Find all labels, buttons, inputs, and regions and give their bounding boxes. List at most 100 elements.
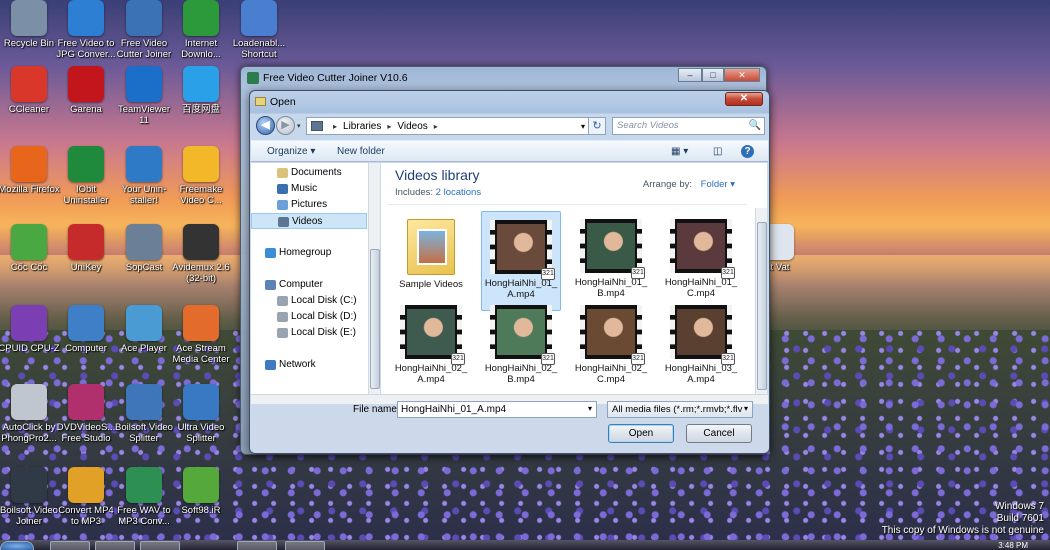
file-list-scrollbar[interactable] [755,208,767,395]
desktop-icon[interactable]: Mozilla Firefox [0,146,60,195]
video-file-item[interactable]: 321 HongHaiNhi_01_B.mp4 [571,211,651,311]
sidebar-item-local-disk-e[interactable]: Local Disk (E:) [251,325,367,341]
new-folder-button[interactable]: New folder [337,146,385,157]
change-view-button[interactable]: ▦ ▾ [671,146,688,157]
search-input[interactable]: Search Videos 🔍 [612,117,765,135]
refresh-button[interactable]: ↻ [588,117,606,135]
breadcrumb-arrow-2[interactable]: ▸ [434,122,438,131]
desktop-icon[interactable]: Avidemux 2.6 (32-bit) [170,224,232,284]
start-button[interactable] [0,541,34,550]
desktop-icon-label: Computer [65,343,107,354]
sidebar-item-local-disk-d[interactable]: Local Disk (D:) [251,309,367,325]
desktop-icon[interactable]: AutoClick by PhongPro2... [0,384,60,444]
desktop-icon[interactable]: Cốc Cốc [0,224,60,273]
dialog-close-button[interactable]: ✕ [725,92,763,106]
sidebar-item-label: Local Disk (C:) [291,295,357,306]
search-icon[interactable]: 🔍 [749,120,761,131]
file-name-dropdown[interactable]: ▾ [588,404,592,413]
desktop-icon[interactable]: Loadenabl... Shortcut [228,0,290,60]
taskbar-explorer-button[interactable] [95,541,135,550]
desktop-icon[interactable]: CPUID CPU-Z [0,305,60,354]
desktop-icon[interactable]: Recycle Bin [0,0,60,49]
videos-icon [278,217,289,227]
address-bar[interactable]: ▸ Libraries ▸ Videos ▸ ▾ [306,117,590,135]
sidebar-item-videos[interactable]: Videos [251,213,367,229]
desktop-icon[interactable]: Free WAV to MP3 Conv... [113,467,175,527]
desktop-icon-label: Cốc Cốc [10,262,48,273]
file-type-filter[interactable]: All media files (*.rm;*.rmvb;*.flv ▾ [607,401,753,418]
firefox-icon [11,146,47,182]
breadcrumb-libraries[interactable]: Libraries [343,121,381,132]
navigation-scroll-thumb[interactable] [370,249,380,389]
recent-locations-dropdown[interactable]: ▾ [297,122,301,130]
media-player-badge-icon: 321 [541,268,555,280]
cancel-button[interactable]: Cancel [686,424,752,443]
video-file-item[interactable]: 321 HongHaiNhi_02_B.mp4 [481,297,561,395]
breadcrumb-root-arrow[interactable]: ▸ [333,122,337,131]
desktop-icon[interactable]: IObit Uninstaller [55,146,117,206]
cutter-joiner-icon [126,0,162,36]
organize-button[interactable]: Organize ▾ [267,146,315,157]
desktop-icon[interactable]: DVDVideoS... Free Studio [55,384,117,444]
arrange-by-dropdown[interactable]: Folder ▾ [701,179,735,190]
desktop-icon[interactable]: Your Unin-staller! [113,146,175,206]
sidebar-item-pictures[interactable]: Pictures [251,197,367,213]
desktop-icon[interactable]: 百度网盘 [170,66,232,115]
preview-pane-button[interactable]: ◫ [713,146,722,157]
minimize-button[interactable]: – [678,68,702,82]
sidebar-item-homegroup[interactable]: Homegroup [251,245,367,261]
breadcrumb-arrow[interactable]: ▸ [387,122,391,131]
sidebar-item-local-disk-c[interactable]: Local Disk (C:) [251,293,367,309]
locations-link[interactable]: 2 locations [436,187,481,198]
video-file-item[interactable]: 321 HongHaiNhi_01_C.mp4 [661,211,741,311]
taskbar-firefox-button[interactable] [140,541,180,550]
file-name-label: File name: [353,404,400,415]
desktop-icon[interactable]: Free Video Cutter Joiner [113,0,175,60]
video-file-item[interactable]: 321 HongHaiNhi_02_A.mp4 [391,297,471,395]
video-file-item[interactable]: 321 HongHaiNhi_03_A.mp4 [661,297,741,395]
file-name-input[interactable]: HongHaiNhi_01_A.mp4 ▾ [397,401,597,418]
forward-button[interactable]: ▶ [276,116,295,135]
app-close-button[interactable]: ✕ [724,68,760,82]
sidebar-item-music[interactable]: Music [251,181,367,197]
desktop-icon[interactable]: Soft98.iR [170,467,232,516]
desktop-icon[interactable]: TeamViewer 11 [113,66,175,126]
taskbar-clock[interactable]: 3:48 PM [998,541,1028,550]
folder-item[interactable]: Sample Videos [391,211,471,311]
taskbar-ie-button[interactable] [50,541,90,550]
file-list-scroll-thumb[interactable] [757,222,767,390]
video-file-item[interactable]: 321 HongHaiNhi_02_C.mp4 [571,297,651,395]
video-file-item[interactable]: 321 HongHaiNhi_01_A.mp4 [481,211,561,311]
address-dropdown[interactable]: ▾ [581,122,585,131]
sidebar-item-label: Videos [292,216,323,227]
desktop-icon-label: Boilsoft Video Joiner [0,505,58,527]
navigation-scrollbar[interactable] [368,163,380,395]
media-player-badge-icon: 321 [451,353,465,365]
desktop-icon-label: DVDVideoS... Free Studio [56,422,116,444]
file-type-dropdown[interactable]: ▾ [744,404,748,413]
desktop-icon[interactable]: Free Video to JPG Conver... [55,0,117,60]
desktop-icon[interactable]: CCleaner [0,66,60,115]
sidebar-item-computer[interactable]: Computer [251,277,367,293]
desktop-icon[interactable]: Freemake Video C... [170,146,232,206]
help-button[interactable]: ? [741,145,754,158]
desktop-icon[interactable]: UniKey [55,224,117,273]
desktop-icon[interactable]: Ace Stream Media Center [170,305,232,365]
desktop-icon[interactable]: Computer [55,305,117,354]
desktop-icon[interactable]: Ace Player [113,305,175,354]
maximize-button[interactable]: □ [702,68,724,82]
taskbar-cutter-joiner-button[interactable] [285,541,325,550]
breadcrumb-videos[interactable]: Videos [397,121,427,132]
desktop-icon[interactable]: Boilsoft Video Splitter [113,384,175,444]
desktop-icon[interactable]: Ultra Video Splitter [170,384,232,444]
open-button[interactable]: Open [608,424,674,443]
sidebar-item-network[interactable]: Network [251,357,367,373]
taskbar-coccoc-button[interactable] [237,541,277,550]
desktop-icon[interactable]: SopCast [113,224,175,273]
desktop-icon[interactable]: Garena [55,66,117,115]
back-button[interactable]: ◀ [256,116,275,135]
sidebar-item-documents[interactable]: Documents [251,165,367,181]
desktop-icon[interactable]: Boilsoft Video Joiner [0,467,60,527]
desktop-icon[interactable]: Convert MP4 to MP3 [55,467,117,527]
desktop-icon[interactable]: Internet Downlo... [170,0,232,60]
